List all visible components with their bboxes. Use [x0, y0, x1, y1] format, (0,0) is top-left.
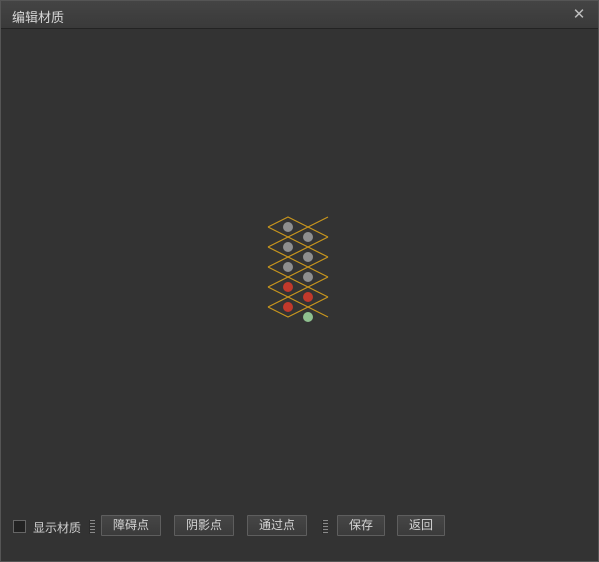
tile-point[interactable]	[303, 252, 313, 262]
tile-point[interactable]	[283, 222, 293, 232]
edit-material-dialog: 编辑材质 ✕ 显示材质 障碍点 阴影点 通过点 保存 返回	[0, 0, 599, 562]
shadow-point-button[interactable]: 阴影点	[174, 515, 234, 536]
dialog-title: 编辑材质	[12, 11, 65, 26]
tile-point[interactable]	[303, 232, 313, 242]
bottom-toolbar: 显示材质 障碍点 阴影点 通过点 保存 返回	[1, 513, 598, 541]
tile-row-4	[267, 276, 329, 298]
toolbar-grip	[89, 520, 95, 534]
show-material-label: 显示材质	[33, 521, 82, 535]
material-canvas[interactable]	[1, 29, 598, 509]
obstacle-point[interactable]	[283, 302, 293, 312]
obstacle-point[interactable]	[303, 292, 313, 302]
back-button[interactable]: 返回	[397, 515, 445, 536]
tile-point[interactable]	[283, 262, 293, 272]
tile-row-5	[267, 296, 329, 318]
pass-point[interactable]	[303, 312, 313, 322]
tile-row-3	[267, 256, 329, 278]
tile-grid[interactable]	[1, 29, 598, 509]
tile-point[interactable]	[303, 272, 313, 282]
tile-row-1	[267, 216, 329, 238]
tile-row-2	[267, 236, 329, 258]
obstacle-point-button[interactable]: 障碍点	[101, 515, 161, 536]
obstacle-point[interactable]	[283, 282, 293, 292]
title-bar[interactable]: 编辑材质 ✕	[1, 1, 598, 29]
close-icon[interactable]: ✕	[570, 5, 588, 23]
pass-point-button[interactable]: 通过点	[247, 515, 307, 536]
toolbar-grip	[322, 520, 328, 534]
show-material-checkbox[interactable]	[13, 520, 26, 533]
save-button[interactable]: 保存	[337, 515, 385, 536]
tile-point[interactable]	[283, 242, 293, 252]
